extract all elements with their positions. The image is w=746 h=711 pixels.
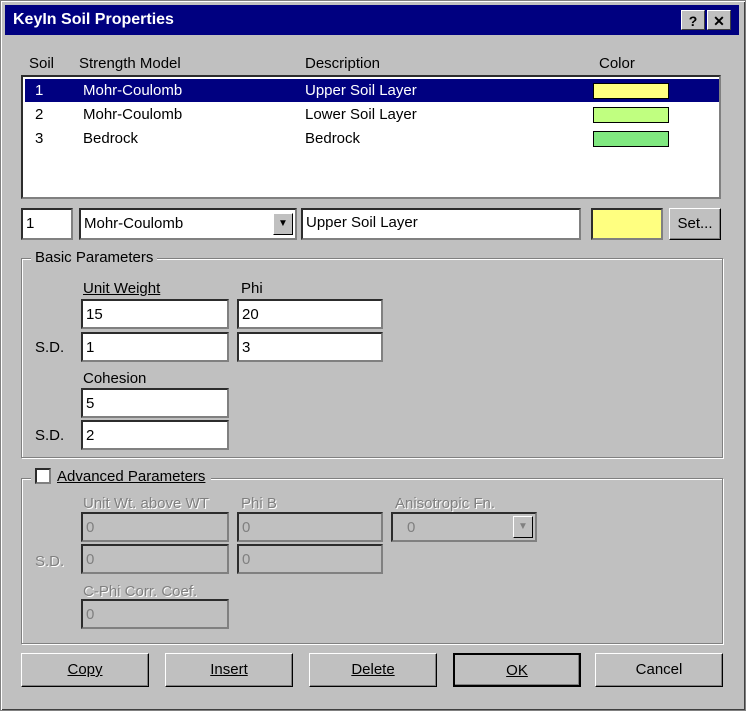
advanced-parameters-header: Advanced Parameters [31, 468, 212, 485]
soil-color-swatch [593, 107, 669, 123]
copy-button[interactable]: Copy [21, 653, 149, 687]
copy-label: Copy [67, 661, 103, 678]
column-header-soil[interactable]: Soil [29, 55, 54, 72]
chevron-down-icon[interactable]: ▼ [273, 213, 293, 235]
help-button[interactable]: ? [681, 10, 705, 30]
soil-row-3[interactable]: 3 Bedrock Bedrock [25, 127, 719, 150]
phi-input[interactable]: 20 [237, 299, 383, 329]
soil-color-swatch [593, 131, 669, 147]
soil-row-2[interactable]: 2 Mohr-Coulomb Lower Soil Layer [25, 103, 719, 126]
c-phi-corr-coef-label: C-Phi Corr. Coef. [83, 583, 198, 600]
soil-row-1[interactable]: 1 Mohr-Coulomb Upper Soil Layer [25, 79, 719, 102]
soil-model: Mohr-Coulomb [83, 106, 183, 123]
column-header-description[interactable]: Description [305, 55, 380, 72]
title-bar: KeyIn Soil Properties ? ✕ [5, 5, 739, 35]
soil-model: Bedrock [83, 130, 139, 147]
delete-button[interactable]: Delete [309, 653, 437, 687]
unit-wt-above-wt-label: Unit Wt. above WT [83, 495, 209, 512]
advanced-parameters-checkbox[interactable] [35, 468, 51, 484]
soil-list[interactable]: 1 Mohr-Coulomb Upper Soil Layer 2 Mohr-C… [21, 75, 721, 199]
sd-label: S.D. [35, 427, 65, 444]
unit-weight-input[interactable]: 15 [81, 299, 229, 329]
cohesion-input[interactable]: 5 [81, 388, 229, 418]
color-preview-swatch [593, 210, 661, 238]
soil-description: Bedrock [305, 130, 361, 147]
anisotropic-fn-value: 0 [407, 519, 416, 536]
soil-color-swatch [593, 83, 669, 99]
anisotropic-fn-label: Anisotropic Fn. [395, 495, 496, 512]
unit-wt-sd-input[interactable]: 0 [81, 544, 229, 574]
close-button[interactable]: ✕ [707, 10, 731, 30]
cohesion-label: Cohesion [83, 370, 147, 387]
unit-weight-label: Unit Weight [83, 280, 161, 297]
cancel-label: Cancel [635, 661, 683, 678]
soil-number: 1 [35, 82, 44, 99]
anisotropic-fn-select[interactable]: 0 ▼ [391, 512, 537, 542]
phi-b-label: Phi B [241, 495, 277, 512]
soil-number: 2 [35, 106, 44, 123]
cancel-button[interactable]: Cancel [595, 653, 723, 687]
description-input[interactable]: Upper Soil Layer [301, 208, 581, 240]
sd-label: S.D. [35, 553, 65, 570]
chevron-down-icon[interactable]: ▼ [513, 516, 533, 538]
ok-button[interactable]: OK [453, 653, 581, 687]
soil-description: Upper Soil Layer [305, 82, 417, 99]
c-phi-corr-coef-input[interactable]: 0 [81, 599, 229, 629]
soil-model: Mohr-Coulomb [83, 82, 183, 99]
soil-number-input[interactable]: 1 [21, 208, 73, 240]
advanced-parameters-label: Advanced Parameters [57, 468, 206, 485]
window-title: KeyIn Soil Properties [13, 11, 174, 28]
strength-model-select[interactable]: Mohr-Coulomb ▼ [79, 208, 297, 240]
soil-properties-dialog: KeyIn Soil Properties ? ✕ Soil Strength … [0, 0, 746, 711]
soil-description: Lower Soil Layer [305, 106, 417, 123]
insert-button[interactable]: Insert [165, 653, 293, 687]
set-color-button[interactable]: Set... [669, 208, 721, 240]
sd-label: S.D. [35, 339, 65, 356]
phi-b-input[interactable]: 0 [237, 512, 383, 542]
color-preview [591, 208, 663, 240]
phi-sd-input[interactable]: 3 [237, 332, 383, 362]
strength-model-value: Mohr-Coulomb [84, 215, 184, 232]
unit-wt-above-wt-input[interactable]: 0 [81, 512, 229, 542]
ok-label: OK [506, 662, 528, 679]
delete-label: Delete [351, 661, 395, 678]
soil-number: 3 [35, 130, 44, 147]
unit-weight-sd-input[interactable]: 1 [81, 332, 229, 362]
phi-b-sd-input[interactable]: 0 [237, 544, 383, 574]
phi-label: Phi [241, 280, 263, 297]
column-header-color[interactable]: Color [599, 55, 635, 72]
column-header-strength-model[interactable]: Strength Model [79, 55, 181, 72]
basic-parameters-label: Basic Parameters [31, 249, 158, 266]
set-color-label: Set... [677, 215, 713, 232]
cohesion-sd-input[interactable]: 2 [81, 420, 229, 450]
insert-label: Insert [210, 661, 248, 678]
